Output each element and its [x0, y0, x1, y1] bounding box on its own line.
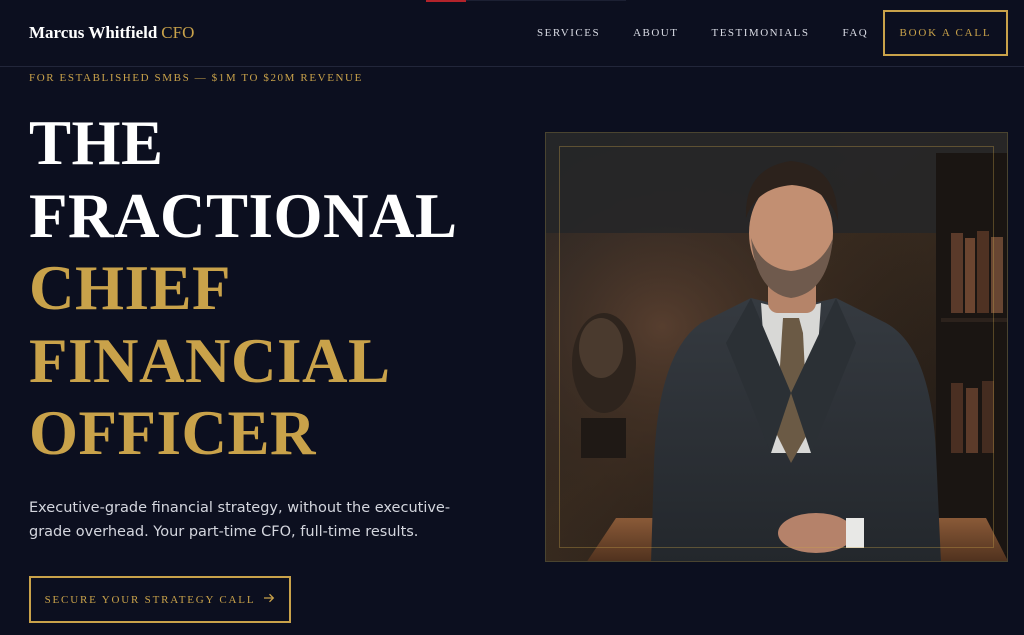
headline-line-5: OFFICER — [29, 398, 316, 468]
arrow-right-icon — [264, 593, 275, 606]
nav-testimonials[interactable]: TESTIMONIALS — [711, 27, 809, 39]
headline-line-4: FINANCIAL — [29, 325, 391, 396]
nav-services[interactable]: SERVICES — [537, 27, 600, 39]
brand-logo[interactable]: Marcus Whitfield CFO — [29, 23, 194, 43]
headline-line-1: THE — [29, 108, 164, 178]
site-header: Marcus Whitfield CFO SERVICES ABOUT TESTI… — [0, 0, 1024, 67]
headline-line-2: FRACTIONAL — [29, 180, 458, 251]
book-call-button[interactable]: BOOK A CALL — [883, 10, 1008, 56]
cta-label: SECURE YOUR STRATEGY CALL — [44, 593, 256, 606]
brand-name: Marcus Whitfield — [29, 23, 158, 42]
brand-suffix: CFO — [161, 23, 195, 42]
hero-eyebrow: FOR ESTABLISHED SMBS — $1M TO $20M REVEN… — [29, 72, 363, 84]
main-nav: SERVICES ABOUT TESTIMONIALS FAQ — [537, 27, 868, 39]
nav-faq[interactable]: FAQ — [843, 27, 869, 39]
hero-headline: THE FRACTIONAL CHIEF FINANCIAL OFFICER — [29, 107, 458, 470]
hero-subtext: Executive-grade financial strategy, with… — [29, 500, 451, 540]
cfo-portrait-photo — [545, 132, 1008, 562]
secure-strategy-call-button[interactable]: SECURE YOUR STRATEGY CALL — [29, 576, 291, 623]
headline-line-3: CHIEF — [29, 253, 232, 323]
portrait-illustration — [546, 133, 1007, 561]
nav-about[interactable]: ABOUT — [633, 27, 678, 39]
